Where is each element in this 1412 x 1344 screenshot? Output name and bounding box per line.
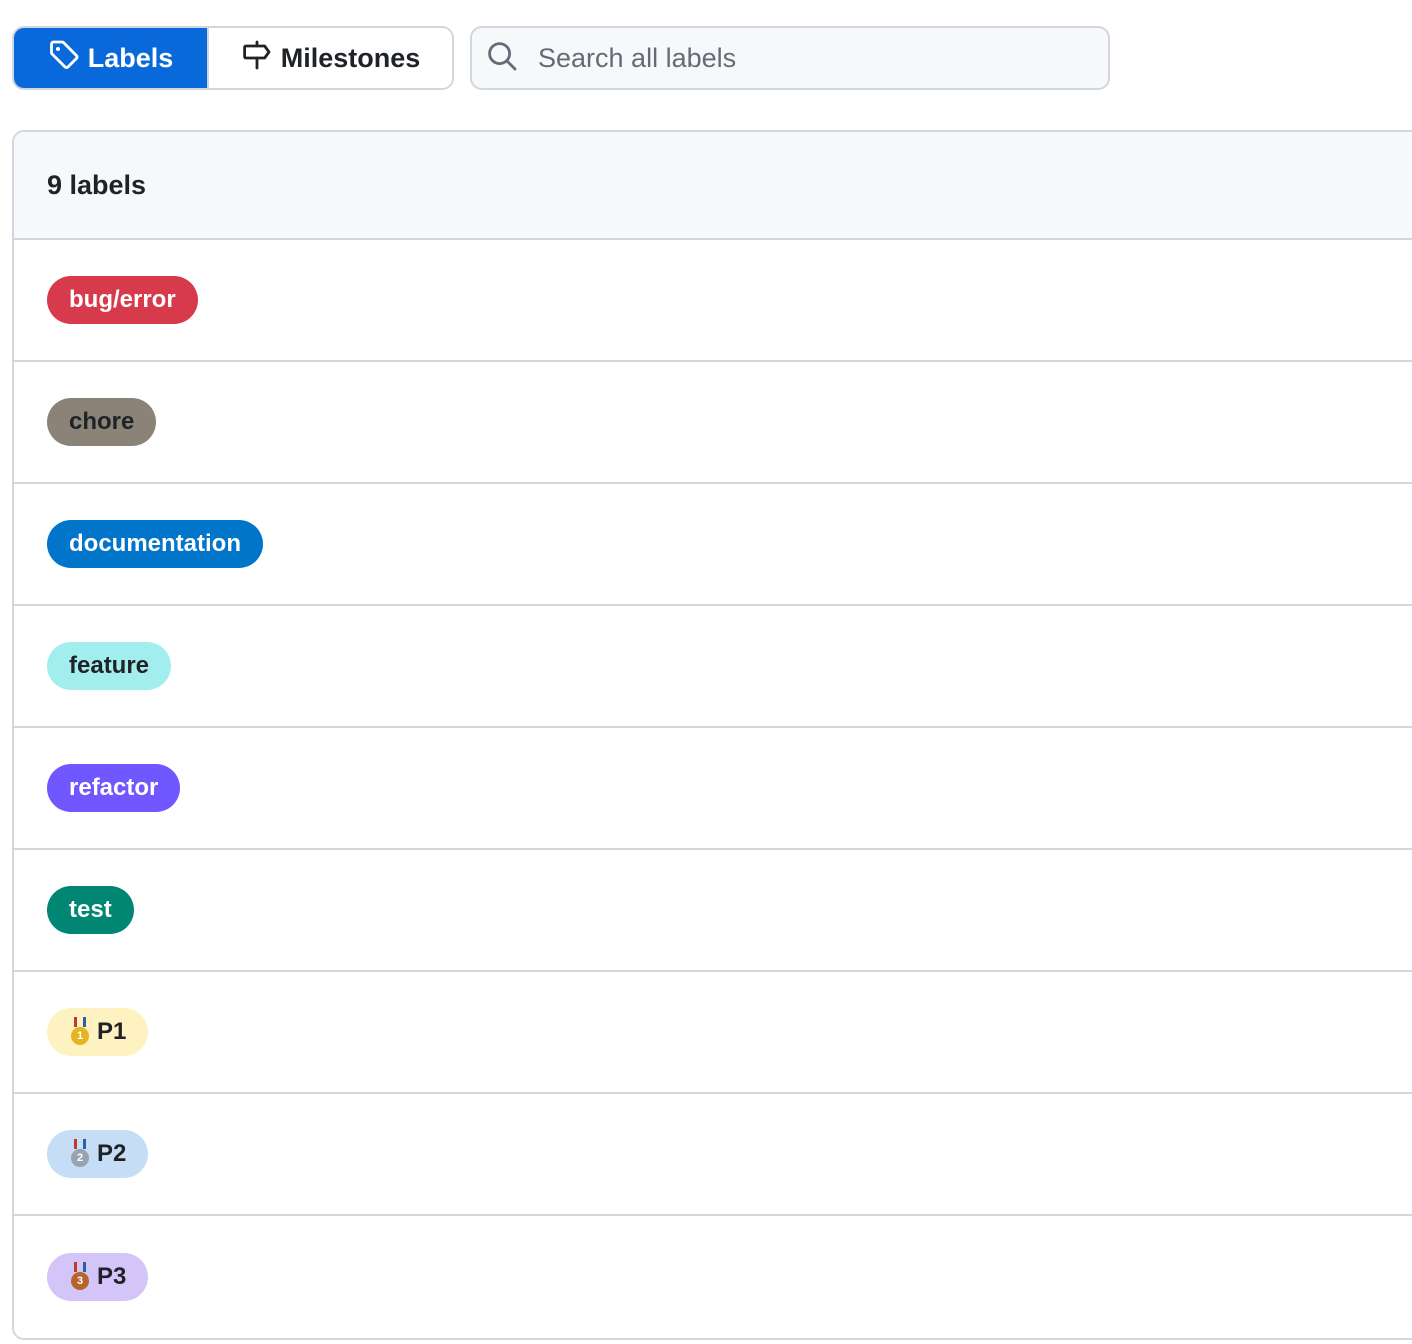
labels-count: 9 labels <box>47 169 147 200</box>
label-pill[interactable]: 3 P3 <box>47 1253 149 1301</box>
labels-tab[interactable]: Labels <box>14 28 208 88</box>
labels-toolbar: Labels Milestones <box>12 26 1110 90</box>
labels-list-header: 9 labels <box>14 132 1412 240</box>
search-input[interactable] <box>536 41 1100 75</box>
label-row: documentation <box>14 484 1412 606</box>
label-pill[interactable]: chore <box>47 398 157 446</box>
label-row: refactor <box>14 728 1412 850</box>
label-row: test <box>14 850 1412 972</box>
label-row: chore <box>14 362 1412 484</box>
labels-tab-label: Labels <box>87 42 174 73</box>
tag-icon <box>48 39 80 78</box>
label-name: P3 <box>97 1263 127 1290</box>
label-pill[interactable]: test <box>47 886 134 934</box>
label-name: chore <box>69 408 135 435</box>
label-pill[interactable]: refactor <box>47 764 181 812</box>
search-box[interactable] <box>470 26 1110 90</box>
label-row: feature <box>14 606 1412 728</box>
label-name: P2 <box>97 1140 127 1167</box>
subnav: Labels Milestones <box>12 26 454 90</box>
milestones-tab-label: Milestones <box>280 42 421 73</box>
search-icon <box>486 40 518 77</box>
label-row: bug/error <box>14 240 1412 362</box>
label-pill[interactable]: documentation <box>47 520 263 568</box>
label-name: test <box>69 896 112 923</box>
label-name: feature <box>69 652 150 679</box>
label-name: P1 <box>97 1018 127 1045</box>
label-row: 3 P3 <box>14 1216 1412 1338</box>
label-pill[interactable]: feature <box>47 642 172 690</box>
gold-medal-icon: 1 <box>69 1017 91 1047</box>
bronze-medal-icon: 3 <box>69 1262 91 1292</box>
silver-medal-icon: 2 <box>69 1139 91 1169</box>
label-pill[interactable]: bug/error <box>47 276 198 324</box>
milestones-tab[interactable]: Milestones <box>207 28 452 88</box>
label-name: documentation <box>69 530 241 557</box>
label-name: bug/error <box>69 286 176 313</box>
label-pill[interactable]: 1 P1 <box>47 1008 149 1056</box>
milestone-signpost-icon <box>241 39 273 78</box>
labels-list: bug/error chore documentation feature refact… <box>14 240 1412 1338</box>
labels-list-box: 9 labels bug/error chore documentation feat… <box>12 130 1412 1340</box>
label-row: 2 P2 <box>14 1094 1412 1216</box>
label-pill[interactable]: 2 P2 <box>47 1130 149 1178</box>
label-name: refactor <box>69 774 159 801</box>
label-row: 1 P1 <box>14 972 1412 1094</box>
